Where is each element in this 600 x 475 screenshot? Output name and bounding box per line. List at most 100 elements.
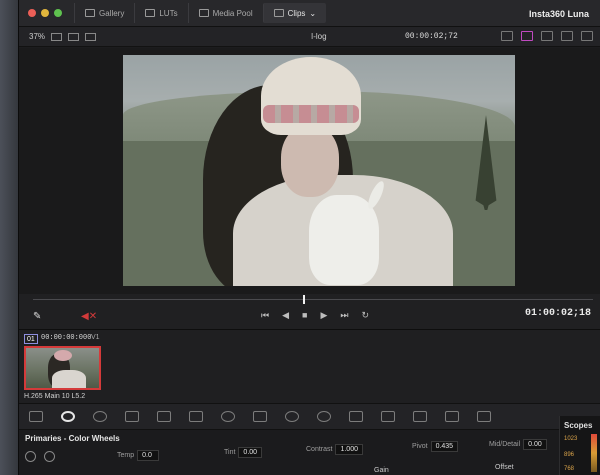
crochet-hat bbox=[261, 57, 361, 135]
viewer-tools bbox=[501, 31, 593, 41]
temp-label: Temp bbox=[117, 452, 135, 459]
highlight-icon[interactable] bbox=[521, 31, 533, 41]
app-title: Insta360 Luna bbox=[528, 9, 589, 19]
curves-icon[interactable] bbox=[189, 411, 203, 422]
middetail-control: Mid/Detail 0.00 bbox=[489, 439, 547, 450]
scopes-title: Scopes bbox=[564, 421, 593, 430]
split-view-icon[interactable] bbox=[68, 32, 80, 41]
video-frame[interactable] bbox=[123, 55, 515, 286]
tab-media-pool-label: Media Pool bbox=[212, 8, 253, 18]
scope-waveform bbox=[591, 434, 597, 472]
thumb-hat bbox=[54, 350, 72, 361]
fullscreen-icon[interactable] bbox=[581, 31, 593, 41]
picker-icon[interactable] bbox=[44, 451, 55, 462]
main-timecode: 01:00:02;18 bbox=[524, 308, 591, 319]
scope-tick: 896 bbox=[564, 452, 575, 458]
tab-clips-label: Clips bbox=[287, 8, 306, 18]
scope-tick: 768 bbox=[564, 466, 575, 472]
sizing-icon[interactable] bbox=[445, 411, 459, 422]
top-bar: Gallery LUTs Media Pool Clips ⌄ Insta360… bbox=[19, 0, 600, 27]
key-icon[interactable] bbox=[413, 411, 427, 422]
clip-number: 01 bbox=[24, 334, 38, 344]
primaries-panel: Primaries - Color Wheels Temp 0.0 Tint 0… bbox=[19, 430, 559, 475]
pivot-label: Pivot bbox=[412, 443, 428, 450]
clip-codec: H.265 Main 10 L5.2 bbox=[24, 393, 86, 400]
motion-effects-icon[interactable] bbox=[157, 411, 171, 422]
clips-panel: 01 00:00:00:000 V1 H.265 Main 10 L5.2 bbox=[19, 330, 600, 404]
clip-track: V1 bbox=[91, 334, 100, 341]
maximize-window-button[interactable] bbox=[54, 9, 62, 17]
panel-title: Primaries - Color Wheels bbox=[25, 434, 120, 443]
gain-label: Gain bbox=[374, 467, 389, 474]
minimize-window-button[interactable] bbox=[41, 9, 49, 17]
3d-icon[interactable] bbox=[477, 411, 491, 422]
clip-name-dropdown[interactable]: I-log bbox=[311, 32, 327, 41]
contrast-value[interactable]: 1.000 bbox=[335, 444, 363, 455]
tracker-icon[interactable] bbox=[317, 411, 331, 422]
play-icon[interactable]: ▶ bbox=[320, 310, 327, 321]
loop-icon[interactable]: ↻ bbox=[362, 310, 370, 321]
tab-gallery-label: Gallery bbox=[99, 8, 125, 18]
tint-control: Tint 0.00 bbox=[224, 447, 263, 458]
scope-tick: 1023 bbox=[564, 436, 578, 442]
overlay-icon[interactable] bbox=[501, 31, 513, 41]
gallery-view-icon[interactable] bbox=[85, 32, 97, 41]
crosshair-icon[interactable] bbox=[541, 31, 553, 41]
color-wheels-icon[interactable] bbox=[61, 411, 75, 422]
window-icon[interactable] bbox=[285, 411, 299, 422]
contrast-label: Contrast bbox=[306, 446, 333, 453]
pivot-control: Pivot 0.435 bbox=[412, 441, 459, 452]
tint-label: Tint bbox=[224, 449, 236, 456]
app-window: Gallery LUTs Media Pool Clips ⌄ Insta360… bbox=[18, 0, 600, 475]
contrast-control: Contrast 1.000 bbox=[306, 444, 363, 455]
magic-mask-icon[interactable] bbox=[349, 411, 363, 422]
tab-gallery[interactable]: Gallery bbox=[74, 3, 134, 23]
tab-luts-label: LUTs bbox=[159, 8, 178, 18]
clips-icon bbox=[273, 9, 284, 17]
pivot-value[interactable]: 0.435 bbox=[430, 441, 459, 452]
zoom-level[interactable]: 37% bbox=[29, 32, 45, 41]
scrubber[interactable] bbox=[33, 299, 593, 300]
hat-flowers bbox=[263, 105, 359, 123]
transport-controls: ⏮ ◀ ■ ▶ ⏭ ↻ bbox=[261, 310, 369, 321]
tab-luts[interactable]: LUTs bbox=[134, 3, 187, 23]
camera-raw-icon[interactable] bbox=[29, 411, 43, 422]
scopes-panel: Scopes 1023 896 768 bbox=[559, 416, 600, 475]
clip-timecode: 00:00:00:000 bbox=[41, 334, 92, 342]
skip-forward-icon[interactable]: ⏭ bbox=[340, 310, 348, 321]
blur-icon[interactable] bbox=[381, 411, 395, 422]
media-pool-icon bbox=[198, 9, 209, 17]
tab-clips[interactable]: Clips ⌄ bbox=[262, 3, 327, 23]
viewer-timecode: 00:00:02;72 bbox=[405, 32, 458, 41]
eyedropper-icon[interactable]: ✎ bbox=[33, 311, 41, 322]
wipe-icon[interactable] bbox=[561, 31, 573, 41]
color-tools-toolbar bbox=[19, 404, 600, 430]
close-window-button[interactable] bbox=[28, 9, 36, 17]
auto-balance-icon[interactable] bbox=[25, 451, 36, 462]
viewer bbox=[19, 48, 600, 294]
woman-face bbox=[281, 125, 339, 197]
chevron-down-icon: ⌄ bbox=[309, 8, 317, 18]
skip-back-icon[interactable]: ⏮ bbox=[261, 310, 269, 321]
transport-bar: ✎ ◀✕ ⏮ ◀ ■ ▶ ⏭ ↻ 01:00:02;18 bbox=[19, 294, 600, 330]
hdr-wheels-icon[interactable] bbox=[93, 411, 107, 422]
luts-icon bbox=[145, 9, 156, 17]
play-reverse-icon[interactable]: ◀ bbox=[282, 310, 289, 321]
temp-value[interactable]: 0.0 bbox=[137, 450, 160, 461]
mute-icon[interactable]: ◀✕ bbox=[81, 311, 97, 322]
single-view-icon[interactable] bbox=[51, 32, 63, 41]
qualifier-icon[interactable] bbox=[253, 411, 267, 422]
tab-media-pool[interactable]: Media Pool bbox=[187, 3, 263, 23]
tint-value[interactable]: 0.00 bbox=[238, 447, 263, 458]
stop-icon[interactable]: ■ bbox=[302, 310, 307, 321]
color-warper-icon[interactable] bbox=[221, 411, 235, 422]
rgb-mixer-icon[interactable] bbox=[125, 411, 139, 422]
thumb-body bbox=[52, 370, 86, 388]
gallery-icon bbox=[85, 9, 95, 17]
viewer-toolbar: 37% I-log 00:00:02;72 bbox=[19, 27, 600, 47]
middetail-value[interactable]: 0.00 bbox=[523, 439, 547, 450]
playhead[interactable] bbox=[303, 295, 305, 304]
primaries-mode-icons bbox=[25, 451, 55, 462]
middetail-label: Mid/Detail bbox=[489, 441, 521, 448]
clip-thumbnail[interactable] bbox=[24, 346, 101, 390]
